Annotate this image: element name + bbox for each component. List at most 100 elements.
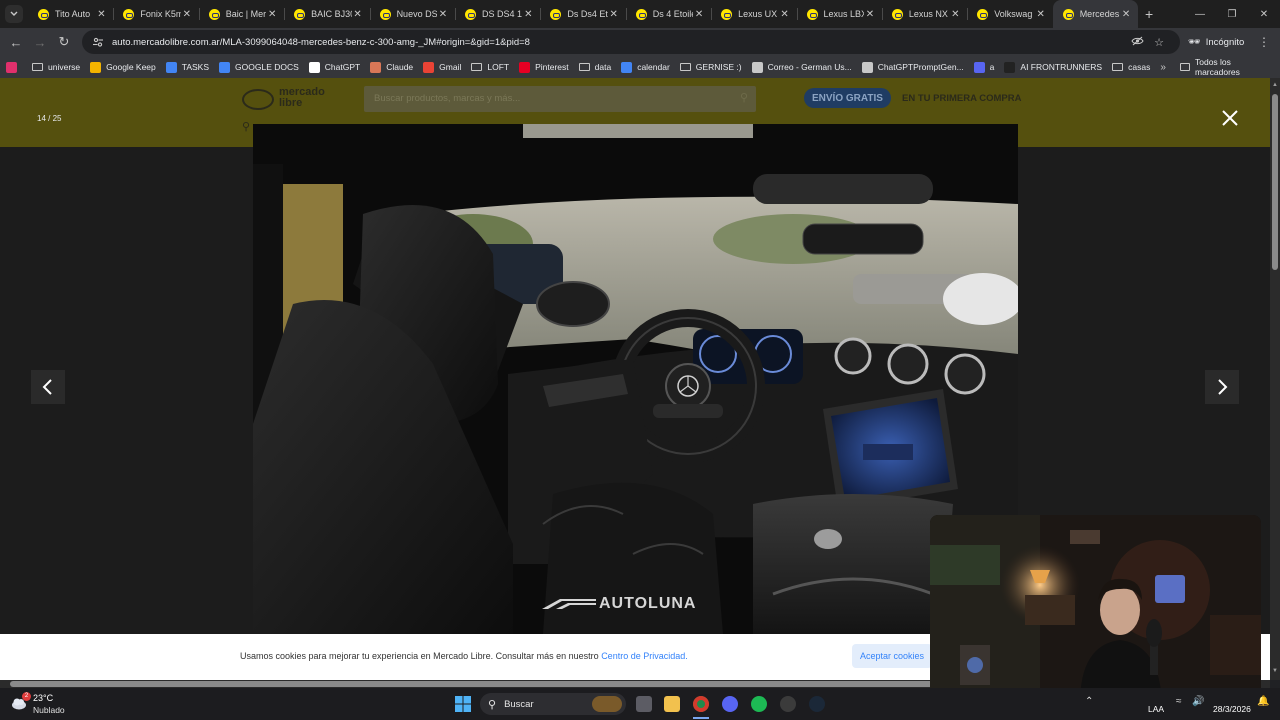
bookmark-item[interactable]: Correo - German Us...: [751, 61, 852, 73]
tab-close-icon[interactable]: ✕: [95, 9, 107, 20]
tray-chevron-up-icon[interactable]: ⌃: [1085, 696, 1093, 707]
bookmark-item[interactable]: ChatGPTPromptGen...: [861, 61, 964, 73]
browser-tab[interactable]: Fonix K5m ✕: [113, 0, 198, 28]
scroll-up-icon[interactable]: ▲: [1272, 82, 1278, 88]
minimize-icon[interactable]: —: [1184, 9, 1216, 20]
browser-tab[interactable]: Tito Auto ✕: [28, 0, 113, 28]
tab-close-icon[interactable]: ✕: [1035, 9, 1047, 20]
address-bar[interactable]: auto.mercadolibre.com.ar/MLA-3099064048-…: [82, 30, 1180, 54]
new-tab-button[interactable]: +: [1138, 6, 1160, 22]
bookmark-item[interactable]: calendar: [621, 61, 670, 73]
tab-title: Volkswag: [994, 9, 1033, 19]
bookmark-item[interactable]: TASKS: [165, 61, 209, 73]
restore-icon[interactable]: ❐: [1216, 9, 1248, 20]
vertical-scrollbar[interactable]: ▲ ▼: [1270, 78, 1280, 680]
tab-close-icon[interactable]: ✕: [693, 9, 705, 20]
close-icon[interactable]: [1218, 106, 1242, 130]
bookmark-item[interactable]: ChatGPT: [308, 61, 360, 73]
browser-tab[interactable]: DS DS4 1 ✕: [454, 0, 540, 28]
tab-close-icon[interactable]: ✕: [437, 9, 449, 20]
browser-tab[interactable]: Lexus NX ✕: [881, 0, 967, 28]
volume-icon[interactable]: 🔊: [1192, 696, 1204, 707]
bookmark-item[interactable]: Claude: [370, 61, 413, 73]
site-info-icon[interactable]: [92, 36, 104, 48]
keep-icon: [90, 61, 102, 73]
tab-close-icon[interactable]: ✕: [522, 9, 534, 20]
mercadolibre-search-input[interactable]: Buscar productos, marcas y más... ⚲: [364, 86, 756, 112]
menu-kebab-icon[interactable]: ⋮: [1252, 35, 1276, 49]
bookmark-item[interactable]: Gmail: [423, 61, 461, 73]
tab-close-icon[interactable]: ✕: [949, 9, 961, 20]
browser-tab[interactable]: Nuevo DS ✕: [369, 0, 455, 28]
browser-tab[interactable]: Lexus LBX ✕: [796, 0, 882, 28]
previous-image-button[interactable]: [31, 370, 65, 404]
prompt-icon: [861, 61, 873, 73]
bookmarks-bar: universe Google Keep TASKS GOOGLE DOCS ChatG…: [0, 56, 1280, 78]
tab-close-icon[interactable]: ✕: [181, 9, 193, 20]
star-icon[interactable]: ☆: [1148, 36, 1170, 49]
browser-tab[interactable]: Mercedes ✕: [1052, 0, 1139, 28]
tab-title: Lexus NX: [908, 9, 948, 19]
bookmark-item[interactable]: AI FRONTRUNNERS: [1004, 61, 1102, 73]
privacy-center-link[interactable]: Centro de Privacidad.: [601, 651, 688, 661]
bookmark-item[interactable]: LOFT: [471, 62, 509, 72]
browser-tab[interactable]: Baic | Merc ✕: [198, 0, 284, 28]
tab-search-button[interactable]: [0, 0, 28, 28]
search-icon[interactable]: ⚲: [740, 91, 748, 104]
bookmark-item[interactable]: Google Keep: [90, 61, 156, 73]
envio-gratis-badge[interactable]: ENVÍO GRATIS: [804, 88, 891, 108]
browser-tab[interactable]: Lexus UX ✕: [711, 0, 796, 28]
tab-close-icon[interactable]: ✕: [608, 9, 620, 20]
bookmark-item[interactable]: casas: [1112, 62, 1150, 72]
bookmark-item[interactable]: data: [578, 62, 611, 72]
bookmark-item[interactable]: GERNISE :): [679, 62, 742, 72]
windows-start-icon[interactable]: [455, 696, 471, 712]
back-arrow-icon[interactable]: ←: [4, 35, 28, 50]
bookmark-icon: [973, 61, 985, 73]
chevron-left-icon: [42, 379, 52, 395]
tab-close-icon[interactable]: ✕: [352, 9, 364, 20]
keyboard-language[interactable]: LAA: [1148, 704, 1164, 714]
next-image-button[interactable]: [1205, 370, 1239, 404]
url-text[interactable]: auto.mercadolibre.com.ar/MLA-3099064048-…: [112, 37, 1126, 48]
github-icon[interactable]: [780, 696, 796, 712]
bookmarks-overflow-icon[interactable]: »: [1160, 62, 1166, 73]
bookmark-item[interactable]: [6, 61, 22, 73]
reload-icon[interactable]: ↻: [52, 34, 76, 50]
location-pin-icon[interactable]: ⚲: [242, 120, 250, 133]
tab-close-icon[interactable]: ✕: [1120, 9, 1132, 20]
accept-cookies-button[interactable]: Aceptar cookies: [852, 644, 932, 668]
vertical-scroll-thumb[interactable]: [1272, 94, 1278, 270]
forward-arrow-icon[interactable]: →: [28, 35, 52, 50]
chrome-icon[interactable]: [693, 696, 709, 712]
tab-close-icon[interactable]: ✕: [864, 9, 876, 20]
scroll-down-icon[interactable]: ▼: [1272, 668, 1278, 674]
pinterest-icon: [519, 61, 531, 73]
browser-tab[interactable]: Ds 4 Etoile ✕: [625, 0, 711, 28]
notification-bell-icon[interactable]: 🔔: [1257, 696, 1269, 707]
bookmark-item[interactable]: universe: [32, 62, 80, 72]
window-close-icon[interactable]: ✕: [1248, 9, 1280, 20]
eye-off-icon[interactable]: [1126, 36, 1148, 49]
incognito-indicator[interactable]: 🕶 Incógnito: [1188, 37, 1244, 48]
bookmark-item[interactable]: a: [973, 61, 994, 73]
browser-tab[interactable]: Volkswag ✕: [967, 0, 1052, 28]
mercadolibre-logo[interactable]: mercado libre: [242, 86, 332, 112]
weather-widget[interactable]: 2 23°C Nublado: [10, 692, 100, 716]
browser-tab[interactable]: Ds Ds4 Et ✕: [540, 0, 625, 28]
task-view-icon[interactable]: [636, 696, 652, 712]
spotify-icon[interactable]: [751, 696, 767, 712]
discord-icon[interactable]: [722, 696, 738, 712]
taskbar-search[interactable]: ⚲ Buscar: [480, 693, 626, 715]
system-date[interactable]: 28/3/2026: [1213, 704, 1251, 714]
file-explorer-icon[interactable]: [664, 696, 680, 712]
steam-icon[interactable]: [809, 696, 825, 712]
bookmark-item[interactable]: GOOGLE DOCS: [219, 61, 299, 73]
incognito-icon: 🕶: [1188, 36, 1201, 48]
wifi-icon[interactable]: ≈: [1176, 696, 1182, 707]
tab-close-icon[interactable]: ✕: [779, 9, 791, 20]
tab-close-icon[interactable]: ✕: [266, 9, 278, 20]
all-bookmarks-button[interactable]: Todos los marcadores: [1179, 57, 1270, 77]
browser-tab[interactable]: BAIC BJ30 ✕: [284, 0, 369, 28]
bookmark-item[interactable]: Pinterest: [519, 61, 569, 73]
